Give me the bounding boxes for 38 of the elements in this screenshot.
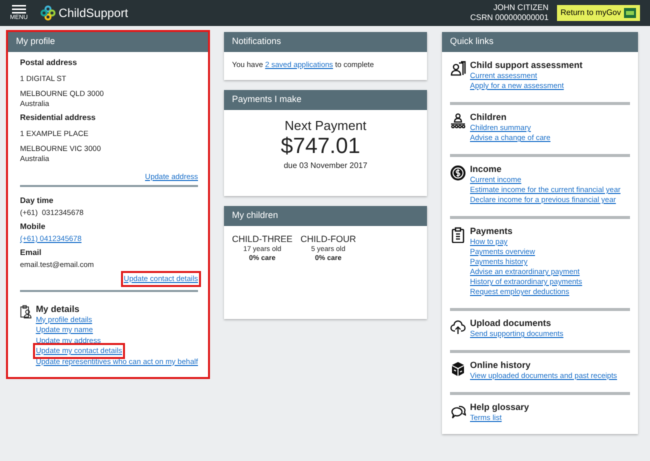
brand-name: ChildSupport [58, 5, 128, 22]
section-title: My details [36, 304, 80, 314]
mygov-icon [624, 8, 636, 18]
csrn-number: CSRN 000000000001 [470, 13, 549, 23]
field-label: Mobile [20, 222, 46, 232]
box-icon [450, 361, 466, 377]
clipboard-icon [450, 227, 466, 243]
return-button[interactable]: Return to myGov [556, 5, 640, 21]
section-title: Online history [470, 360, 532, 371]
section-title: Child support assessment [470, 60, 583, 71]
dollar-coin-icon [450, 165, 466, 181]
panel-title: Payments I make [224, 90, 427, 110]
field-label: Day time [20, 196, 54, 206]
field-label: Email [20, 248, 42, 258]
menu-icon [12, 5, 26, 14]
section-title: Help glossary [470, 402, 530, 413]
panel-title: Quick links [442, 32, 638, 52]
payment-amount: $747.01 [280, 134, 360, 158]
field-label: Postal address [20, 58, 78, 68]
field-label: Residential address [20, 113, 97, 123]
person-document-icon [450, 61, 466, 77]
section-title: Upload documents [470, 318, 552, 329]
section-title: Payments [470, 226, 514, 237]
panel-title: My children [224, 206, 427, 226]
child-name: CHILD-THREE [232, 234, 293, 245]
panel-title: My profile [8, 32, 208, 52]
speech-bubbles-icon [450, 403, 466, 419]
section-title: Children [470, 112, 508, 123]
people-icon [450, 113, 466, 129]
user-name: JOHN CITIZEN [493, 3, 549, 13]
clipboard-person-icon [20, 304, 32, 320]
due-date: due 03 November 2017 [284, 160, 368, 172]
payment-heading: Next Payment [284, 118, 366, 134]
logo-icon [40, 5, 56, 21]
section-title: Income [470, 164, 503, 175]
cloud-upload-icon [450, 319, 466, 335]
child-name: CHILD-FOUR [300, 234, 356, 245]
panel-title: Notifications [224, 32, 427, 52]
